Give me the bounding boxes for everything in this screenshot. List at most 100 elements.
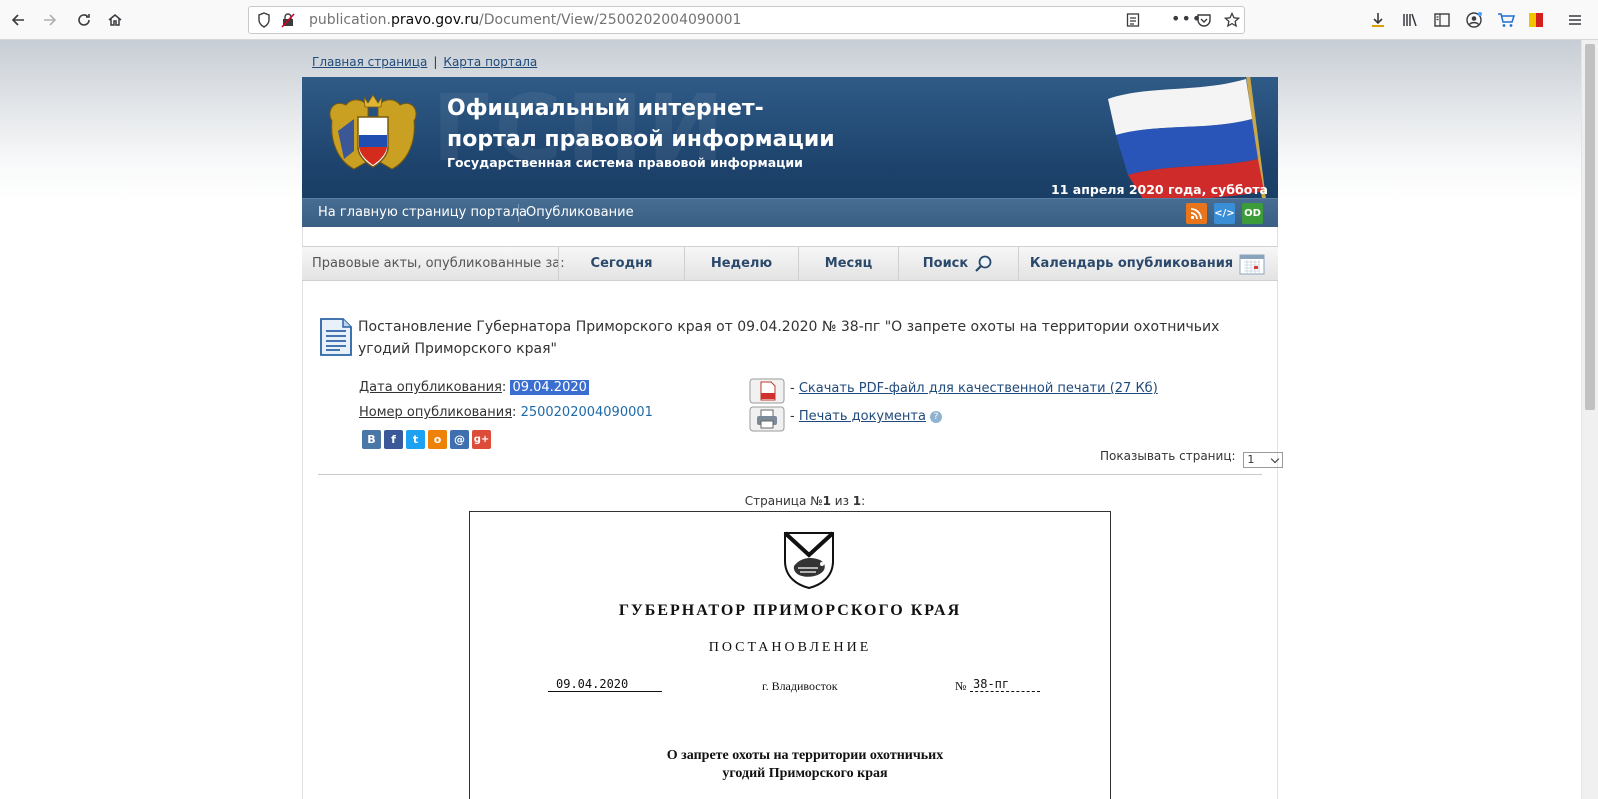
publication-date-row: Дата опубликования: 09.04.2020 <box>359 380 589 395</box>
browser-toolbar: publication.pravo.gov.ru/Document/View/2… <box>0 0 1598 40</box>
code-widget-icon[interactable]: </> <box>1214 203 1235 224</box>
header-navigation: На главную страницу портала Опубликовани… <box>302 198 1278 227</box>
url-text: publication.pravo.gov.ru/Document/View/2… <box>309 12 741 28</box>
download-icon <box>1372 13 1384 27</box>
menu-button[interactable] <box>1561 6 1589 34</box>
mail-share-icon[interactable]: @ <box>450 430 469 449</box>
twitter-share-icon[interactable]: t <box>406 430 425 449</box>
nav-home-link[interactable]: На главную страницу портала <box>318 205 527 220</box>
publication-number-label: Номер опубликования <box>359 405 513 420</box>
library-button[interactable] <box>1396 6 1424 34</box>
state-emblem-logo[interactable] <box>324 91 422 183</box>
scan-city: г. Владивосток <box>762 679 838 693</box>
tracking-shield-icon[interactable] <box>257 12 271 32</box>
scan-date: 09.04.2020 <box>548 677 662 692</box>
library-icon <box>1403 13 1417 27</box>
pocket-icon[interactable] <box>1196 12 1212 32</box>
divider <box>318 474 1262 475</box>
document-scan: ГУБЕРНАТОР ПРИМОРСКОГО КРАЯ ПОСТАНОВЛЕНИ… <box>469 511 1111 799</box>
colon: : <box>501 380 507 395</box>
scan-doc-type: ПОСТАНОВЛЕНИЕ <box>708 640 872 655</box>
pdf-icon[interactable] <box>749 378 785 408</box>
vk-share-icon[interactable]: В <box>362 430 381 449</box>
publication-calendar-button[interactable]: Календарь опубликования <box>1018 247 1276 280</box>
scan-subject-line-1: О запрете охоты на территории охотничьих <box>666 748 944 763</box>
download-pdf-row: - Скачать PDF-файл для качественной печа… <box>790 381 1158 396</box>
shopping-cart-button[interactable] <box>1492 6 1520 34</box>
url-domain: pravo.gov.ru <box>390 12 479 28</box>
scrollbar-thumb[interactable] <box>1585 44 1595 410</box>
flag-extension-icon <box>1529 13 1543 27</box>
search-button[interactable]: Поиск <box>898 247 1018 280</box>
extension-button[interactable] <box>1522 6 1550 34</box>
scan-number-label: № <box>955 679 967 693</box>
forward-arrow-icon <box>44 14 57 26</box>
scan-authority: ГУБЕРНАТОР ПРИМОРСКОГО КРАЯ <box>618 602 962 619</box>
publication-date-value: 09.04.2020 <box>510 380 589 395</box>
pages-control: Показывать страниц: 1 <box>1100 449 1284 468</box>
downloads-button[interactable] <box>1364 6 1392 34</box>
reload-icon <box>78 14 90 26</box>
back-button[interactable] <box>4 6 32 34</box>
current-date: 11 апреля 2020 года, суббота <box>1051 182 1268 197</box>
url-bar[interactable]: publication.pravo.gov.ru/Document/View/2… <box>248 6 1245 34</box>
portal-header: ГСПИ Официальный интернет-портал правово… <box>302 77 1278 227</box>
portal-title: Официальный интернет-портал правовой инф… <box>447 96 835 152</box>
filter-week-button[interactable]: Неделю <box>684 247 798 280</box>
period-filter-bar: Правовые акты, опубликованные за: Сегодн… <box>302 246 1278 281</box>
scan-subject: О запрете охоты на территории охотничьих… <box>470 747 1140 783</box>
page-of: из <box>830 494 853 508</box>
sitemap-link[interactable]: Карта портала <box>443 55 537 69</box>
filter-today-button[interactable]: Сегодня <box>558 247 684 280</box>
nav-separator <box>518 204 519 222</box>
forward-button[interactable] <box>36 6 64 34</box>
document-title: Постановление Губернатора Приморского кр… <box>358 319 1220 357</box>
rss-icon[interactable] <box>1186 203 1207 224</box>
reader-view-icon[interactable] <box>1126 12 1140 32</box>
publication-date-label: Дата опубликования <box>359 380 502 395</box>
link-separator: | <box>433 55 438 69</box>
calendar-icon <box>1239 254 1265 274</box>
odnoklassniki-share-icon[interactable]: о <box>428 430 447 449</box>
document-icon <box>319 317 353 361</box>
back-arrow-icon <box>11 14 24 26</box>
calendar-label: Календарь опубликования <box>1029 256 1234 271</box>
period-filter-label: Правовые акты, опубликованные за: <box>312 256 565 271</box>
account-icon <box>1466 12 1482 28</box>
insecure-connection-icon[interactable] <box>281 12 295 32</box>
publication-number-row: Номер опубликования: 2500202004090001 <box>359 405 653 420</box>
download-pdf-link[interactable]: Скачать PDF-файл для качественной печати… <box>799 381 1158 396</box>
page-scrollbar[interactable] <box>1581 40 1598 799</box>
magnifier-icon <box>975 255 992 272</box>
url-prefix: publication. <box>309 12 391 28</box>
social-share-buttons: В f t о @ g+ <box>362 430 491 449</box>
printer-icon[interactable] <box>749 406 785 436</box>
pages-label: Показывать страниц: <box>1100 449 1236 463</box>
google-plus-share-icon[interactable]: g+ <box>472 430 491 449</box>
scan-subject-line-2: угодий Приморского края <box>722 766 888 781</box>
url-path: /Document/View/2500202004090001 <box>479 12 742 28</box>
page-total: 1 <box>852 494 862 508</box>
print-row: - Печать документа? <box>790 409 942 424</box>
account-button[interactable] <box>1460 6 1488 34</box>
page-current: 1 <box>822 494 831 508</box>
nav-publication-link[interactable]: Опубликование <box>526 205 634 220</box>
facebook-share-icon[interactable]: f <box>384 430 403 449</box>
dash: - <box>790 409 795 424</box>
home-page-link[interactable]: Главная страница <box>312 55 427 69</box>
print-document-link[interactable]: Печать документа <box>799 409 926 424</box>
primorsky-coat-of-arms <box>782 530 836 595</box>
filter-month-button[interactable]: Месяц <box>798 247 898 280</box>
scan-number: 38-пг <box>970 677 1040 692</box>
reload-button[interactable] <box>70 6 98 34</box>
open-data-icon[interactable]: OD <box>1242 203 1263 224</box>
cart-icon <box>1498 13 1515 27</box>
hamburger-menu-icon <box>1569 15 1581 25</box>
help-icon[interactable]: ? <box>929 411 942 423</box>
pages-select[interactable]: 1 <box>1243 452 1284 468</box>
sidebar-button[interactable] <box>1428 6 1456 34</box>
home-button[interactable] <box>101 6 129 34</box>
page-indicator-prefix: Страница № <box>744 494 823 508</box>
bookmark-star-icon[interactable] <box>1223 11 1241 32</box>
sidebar-icon <box>1434 13 1450 27</box>
